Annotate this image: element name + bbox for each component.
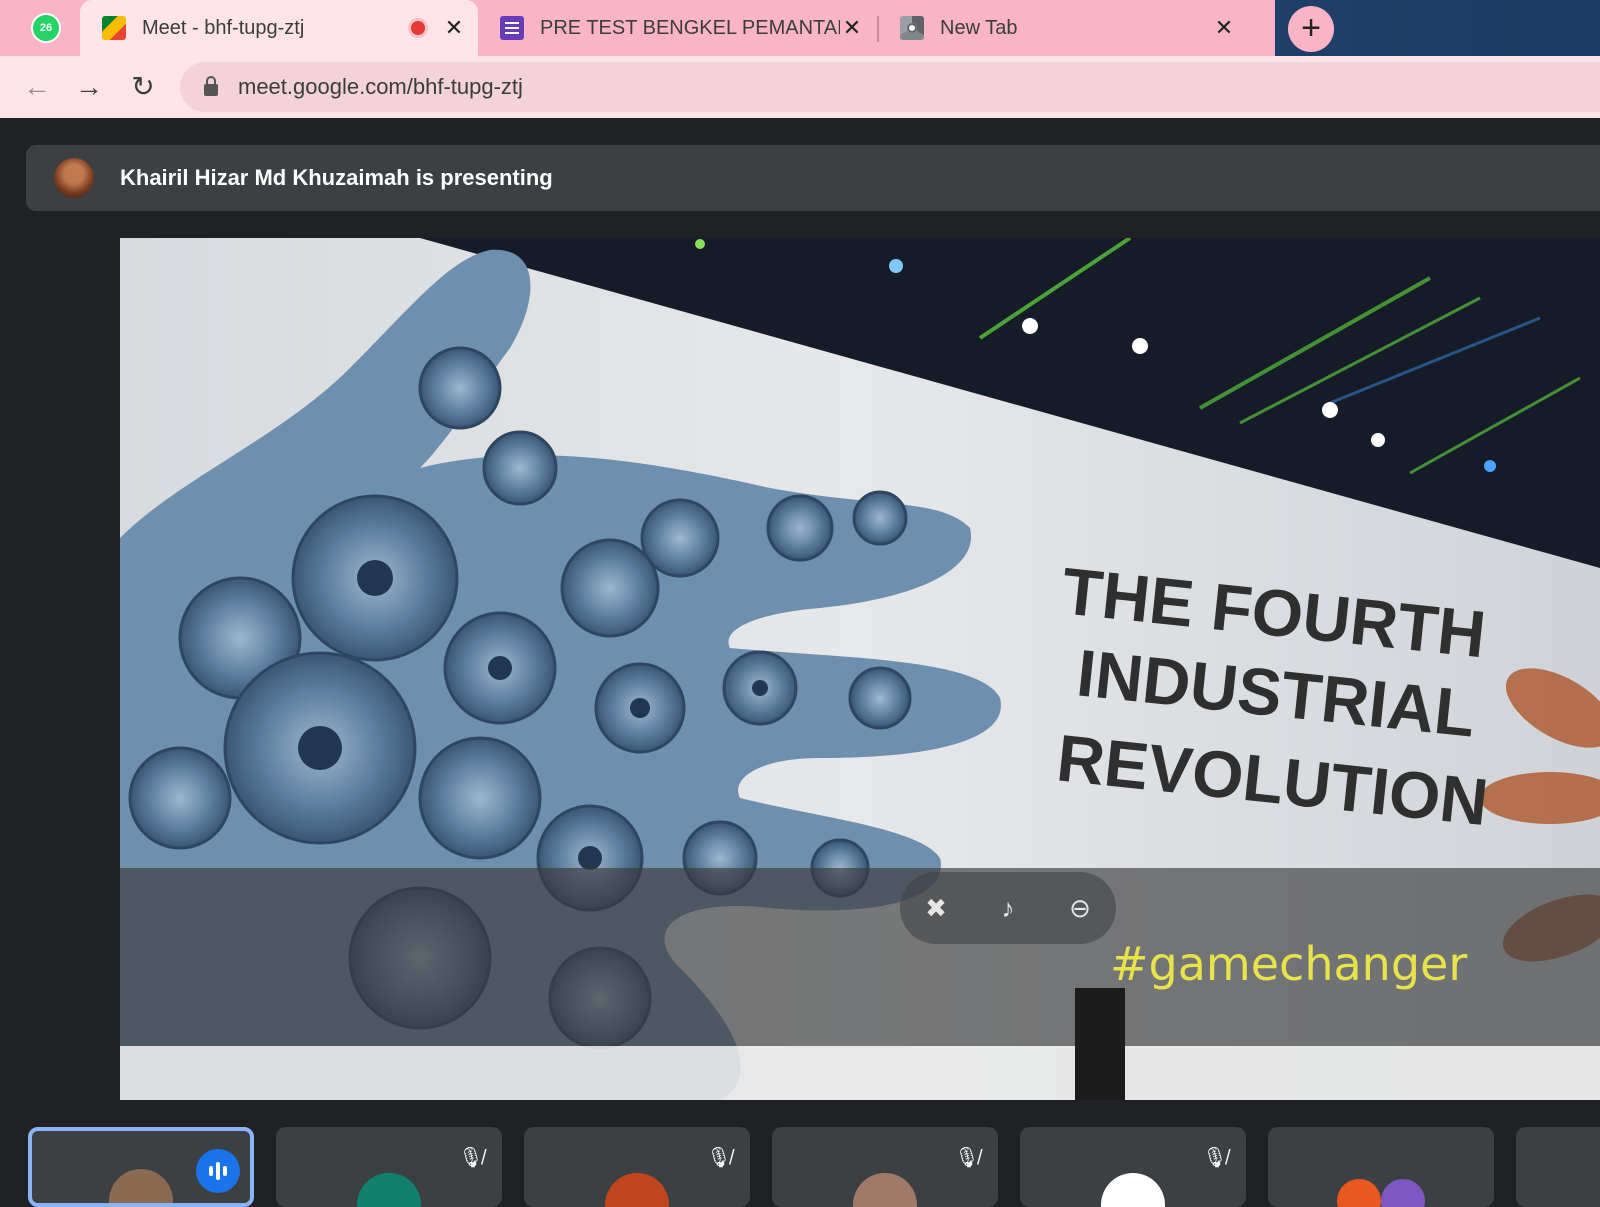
tab-pre-test-form[interactable]: PRE TEST BENGKEL PEMANTAPAN ✕ xyxy=(478,0,876,56)
mute-icon[interactable]: ♪ xyxy=(988,888,1028,928)
pinned-tab-whatsapp[interactable]: 26 xyxy=(14,0,78,56)
pin-off-icon[interactable]: ✖ xyxy=(916,888,956,928)
presenting-text: Khairil Hizar Md Khuzaimah is presenting xyxy=(120,165,553,190)
tile-hover-controls: ✖ ♪ ⊖ xyxy=(900,872,1116,944)
whatsapp-unread-badge: 26 xyxy=(39,22,53,34)
speaking-indicator-icon xyxy=(196,1149,240,1193)
close-tab-icon[interactable]: ✕ xyxy=(1212,16,1236,40)
participant-tile[interactable] xyxy=(1516,1127,1600,1207)
tab-title: PRE TEST BENGKEL PEMANTAPAN xyxy=(540,16,840,39)
participant-tile[interactable] xyxy=(28,1127,254,1207)
google-forms-icon xyxy=(500,16,524,40)
presenter-avatar xyxy=(54,158,94,198)
avatar xyxy=(109,1169,173,1203)
address-bar[interactable]: meet.google.com/bhf-tupg-ztj xyxy=(180,62,1600,112)
mic-off-icon: 🎙︎̸ xyxy=(458,1147,484,1169)
avatar xyxy=(1381,1179,1425,1207)
mic-off-icon: 🎙︎̸ xyxy=(706,1147,732,1169)
participant-tile[interactable]: 🎙︎̸ xyxy=(1020,1127,1246,1207)
slide-hashtag: #gamechanger xyxy=(1110,937,1467,991)
forward-button[interactable]: → xyxy=(70,68,108,106)
participant-tile[interactable]: 🎙︎̸ xyxy=(276,1127,502,1207)
avatar xyxy=(357,1173,421,1207)
url-text[interactable]: meet.google.com/bhf-tupg-ztj xyxy=(238,74,523,100)
avatar xyxy=(853,1173,917,1207)
close-tab-icon[interactable]: ✕ xyxy=(840,16,864,40)
mic-off-icon: 🎙︎̸ xyxy=(1202,1147,1228,1169)
lock-icon[interactable] xyxy=(204,76,218,96)
browser-toolbar: ← → ↻ meet.google.com/bhf-tupg-ztj xyxy=(0,56,1600,118)
close-tab-icon[interactable]: ✕ xyxy=(442,16,466,40)
mic-off-icon: 🎙︎̸ xyxy=(954,1147,980,1169)
back-button[interactable]: ← xyxy=(18,68,56,106)
avatar xyxy=(1101,1173,1165,1207)
recording-indicator-icon xyxy=(408,18,428,38)
slide-image: THE FOURTH INDUSTRIAL REVOLUTION #gamech… xyxy=(120,238,1600,1100)
presenting-banner: Khairil Hizar Md Khuzaimah is presenting xyxy=(26,145,1600,211)
reload-icon: ↻ xyxy=(131,71,155,102)
new-tab-button[interactable]: + xyxy=(1288,6,1334,52)
reload-button[interactable]: ↻ xyxy=(124,68,162,106)
slide-headline: THE FOURTH INDUSTRIAL REVOLUTION xyxy=(1054,553,1492,839)
participant-tile[interactable]: 🎙︎̸ xyxy=(772,1127,998,1207)
arrow-right-icon: → xyxy=(75,71,103,102)
shared-screen[interactable]: THE FOURTH INDUSTRIAL REVOLUTION #gamech… xyxy=(120,238,1600,1100)
google-meet-icon xyxy=(102,16,126,40)
participant-tile-group[interactable] xyxy=(1268,1127,1494,1207)
browser-tab-strip: 26 Meet - bhf-tupg-ztj ✕ PRE TEST BENGKE… xyxy=(0,0,1600,56)
avatar xyxy=(1337,1179,1381,1207)
tab-new-tab[interactable]: New Tab ✕ xyxy=(878,0,1248,56)
remove-icon[interactable]: ⊖ xyxy=(1060,888,1100,928)
tab-title: New Tab xyxy=(940,16,1018,39)
avatar xyxy=(605,1173,669,1207)
tab-title: Meet - bhf-tupg-ztj xyxy=(142,16,305,39)
tab-meet[interactable]: Meet - bhf-tupg-ztj ✕ xyxy=(80,0,478,56)
chrome-icon xyxy=(900,16,924,40)
whatsapp-icon: 26 xyxy=(31,13,61,43)
participant-tile[interactable]: 🎙︎̸ xyxy=(524,1127,750,1207)
arrow-left-icon: ← xyxy=(23,71,51,102)
